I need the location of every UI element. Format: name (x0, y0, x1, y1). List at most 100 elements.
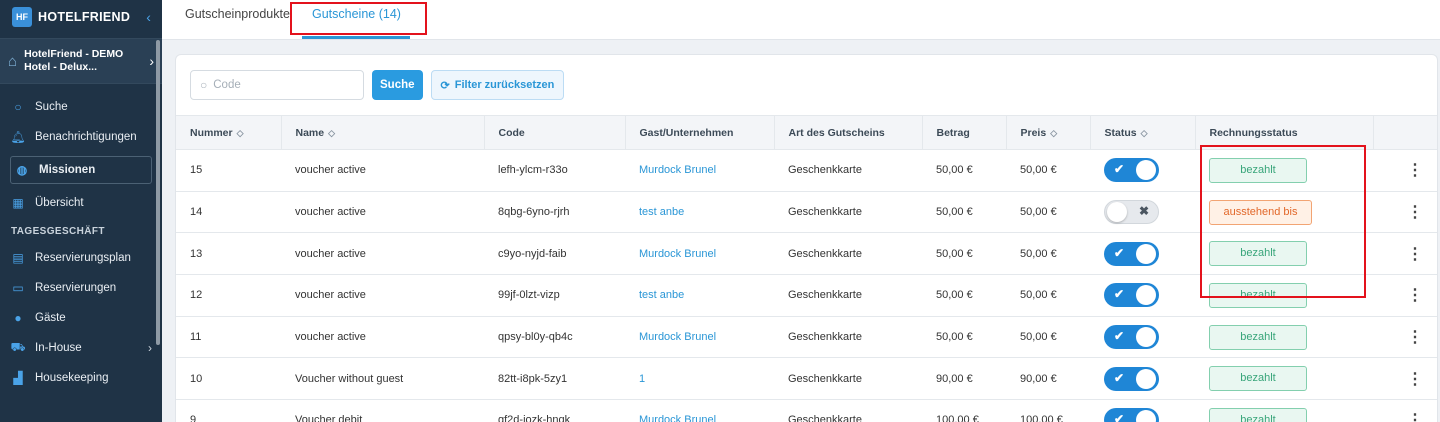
sidebar-item-reservierungsplan[interactable]: ▤ Reservierungsplan (0, 243, 162, 273)
guest-link[interactable]: test anbe (625, 191, 774, 234)
sidebar-item-housekeeping[interactable]: ▟ Housekeeping (0, 363, 162, 393)
sidebar-item-uebersicht[interactable]: ▦ Übersicht (0, 188, 162, 218)
hotel-name: HotelFriend - DEMO Hotel - Delux... (24, 48, 124, 73)
user-icon: ● (14, 311, 22, 325)
highlight-box-rechnungsstatus (1200, 145, 1366, 298)
cell-betrag: 50,00 € (922, 191, 1006, 234)
status-toggle[interactable]: ✔ (1104, 325, 1159, 350)
column-header-status[interactable]: Status ◇ (1090, 115, 1196, 150)
cell-nummer: 12 (176, 274, 281, 317)
sidebar-item-benachrichtigungen[interactable]: 🔔︎ Benachrichtigungen (0, 122, 162, 152)
status-badge: bezahlt (1209, 366, 1307, 392)
check-icon: ✔ (1114, 162, 1125, 177)
section-label: TAGESGESCHÄFT (11, 226, 105, 237)
status-badge: bezahlt (1209, 407, 1307, 422)
toggle-knob (1136, 243, 1156, 264)
search-field[interactable]: ○ (190, 70, 364, 100)
cart-icon: ⛟ (10, 340, 26, 354)
chevron-right-icon: › (148, 341, 152, 355)
cell-nummer: 14 (176, 191, 281, 234)
status-badge: bezahlt (1209, 324, 1307, 350)
sidebar-item-in-house[interactable]: ⛟ In-House › (0, 333, 162, 363)
sidebar: HF HOTELFRIEND ‹ ⌂ HotelFriend - DEMO Ho… (0, 0, 162, 422)
toggle-knob (1136, 327, 1156, 348)
brand[interactable]: HF HOTELFRIEND ‹ (0, 0, 162, 34)
cell-betrag: 90,00 € (922, 357, 1006, 401)
hotel-selector[interactable]: ⌂ HotelFriend - DEMO Hotel - Delux... › (0, 38, 162, 84)
column-header-betrag: Betrag (922, 115, 1007, 150)
cell-actions: ⋮ (1373, 232, 1437, 276)
sidebar-item-suche[interactable]: ○ Suche (0, 92, 162, 122)
cell-name: voucher active (281, 316, 484, 359)
column-header-name[interactable]: Name ◇ (281, 115, 485, 150)
document-icon: ▭ (12, 281, 24, 295)
guest-link[interactable]: Murdock Brunel (625, 399, 774, 422)
table-row: 9 Voucher debit gf2d-iozk-hnqk Murdock Brun… (176, 399, 1437, 422)
cell-actions: ⋮ (1373, 191, 1437, 234)
cell-art: Geschenkkarte (774, 191, 922, 234)
sidebar-item-gaeste[interactable]: ● Gäste (0, 303, 162, 333)
toggle-knob (1136, 410, 1156, 422)
status-toggle[interactable]: ✔ (1104, 408, 1159, 422)
cell-name: voucher active (281, 149, 484, 192)
more-actions-icon[interactable]: ⋮ (1387, 371, 1423, 388)
check-icon: ✔ (1114, 412, 1125, 422)
guest-link[interactable]: Murdock Brunel (625, 316, 774, 359)
reset-filter-button[interactable]: ⟳ Filter zurücksetzen (430, 70, 565, 100)
sort-icon: ◇ (328, 127, 336, 138)
more-actions-icon[interactable]: ⋮ (1387, 204, 1423, 221)
toggle-knob (1107, 202, 1127, 223)
cell-name: Voucher without guest (281, 357, 484, 401)
brand-name: HOTELFRIEND (38, 10, 131, 24)
cell-code: lefh-ylcm-r33o (484, 149, 625, 192)
sidebar-item-reservierungen[interactable]: ▭ Reservierungen (0, 273, 162, 303)
check-icon: ✔ (1114, 245, 1125, 260)
more-actions-icon[interactable]: ⋮ (1387, 246, 1423, 263)
tab-gutscheinprodukte[interactable]: Gutscheinprodukte (185, 7, 290, 21)
column-header-nummer[interactable]: Nummer ◇ (176, 115, 282, 150)
cell-name: Voucher debit (281, 399, 484, 422)
code-search-input[interactable] (213, 79, 354, 91)
guest-link[interactable]: 1 (625, 357, 774, 401)
more-actions-icon[interactable]: ⋮ (1387, 287, 1423, 304)
cell-nummer: 15 (176, 149, 281, 192)
status-toggle[interactable]: ✔ (1104, 241, 1159, 266)
cell-code: qpsy-bl0y-qb4c (484, 316, 625, 359)
cell-nummer: 10 (176, 357, 281, 401)
cell-actions: ⋮ (1373, 149, 1437, 192)
cell-preis: 50,00 € (1006, 232, 1090, 276)
search-button[interactable]: Suche (372, 70, 423, 100)
cell-preis: 90,00 € (1006, 357, 1090, 401)
calendar-icon: ▤ (12, 251, 24, 265)
status-toggle[interactable]: ✔ (1104, 283, 1159, 308)
guest-link[interactable]: test anbe (625, 274, 774, 317)
search-icon: ○ (200, 78, 208, 92)
active-tab-indicator (302, 36, 410, 39)
more-actions-icon[interactable]: ⋮ (1387, 329, 1423, 346)
toggle-knob (1136, 285, 1156, 306)
column-header-preis[interactable]: Preis ◇ (1006, 115, 1091, 150)
check-icon: ✔ (1114, 329, 1125, 344)
status-toggle[interactable]: ✔ (1104, 158, 1159, 183)
sidebar-scrollbar[interactable] (156, 40, 160, 345)
collapse-sidebar-icon[interactable]: ‹ (146, 9, 151, 25)
cell-betrag: 50,00 € (922, 232, 1006, 276)
guest-link[interactable]: Murdock Brunel (625, 232, 774, 276)
table-row: 11 voucher active qpsy-bl0y-qb4c Murdock Br… (176, 316, 1437, 359)
cell-status: ✔ (1090, 316, 1195, 359)
cell-art: Geschenkkarte (774, 232, 922, 276)
guest-link[interactable]: Murdock Brunel (625, 149, 774, 192)
cell-art: Geschenkkarte (774, 316, 922, 359)
sidebar-item-missionen[interactable]: ◍ Missionen (10, 156, 152, 184)
more-actions-icon[interactable]: ⋮ (1387, 412, 1423, 422)
toggle-knob (1136, 160, 1156, 181)
home-icon: ⌂ (8, 52, 18, 70)
status-toggle[interactable]: ✔ (1104, 366, 1159, 391)
broom-icon: ▟ (13, 371, 23, 385)
column-header-gast: Gast/Unternehmen (625, 115, 775, 150)
bell-icon: 🔔︎ (10, 130, 26, 144)
more-actions-icon[interactable]: ⋮ (1387, 162, 1423, 179)
hotelfriend-logo: HF (12, 7, 32, 27)
filter-bar: ○ Suche ⟳ Filter zurücksetzen (190, 70, 565, 100)
status-toggle[interactable]: ✖ (1104, 200, 1159, 225)
